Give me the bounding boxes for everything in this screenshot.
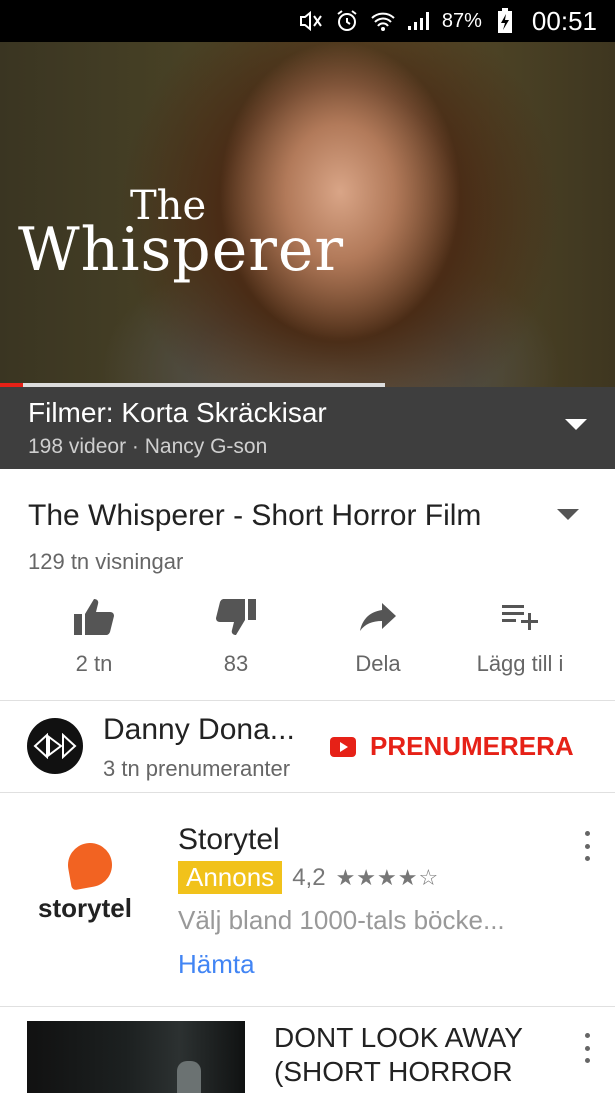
video-title-overlay: The Whisperer bbox=[18, 183, 345, 285]
signal-icon bbox=[406, 8, 432, 34]
up-next-item[interactable]: DONT LOOK AWAY (SHORT HORROR FI... bbox=[0, 1007, 615, 1093]
clock: 00:51 bbox=[531, 5, 597, 36]
alarm-icon bbox=[334, 8, 360, 34]
share-label: Dela bbox=[355, 651, 401, 676]
channel-logo-icon bbox=[33, 733, 77, 759]
ad-meta: Annons 4,2 ★★★★☆ bbox=[178, 861, 439, 894]
storytel-logo: storytel bbox=[38, 839, 148, 933]
action-bar: 2 tn 83 Dela Lägg till i bbox=[0, 597, 615, 677]
thumbs-down-icon bbox=[216, 599, 256, 635]
storytel-wordmark: storytel bbox=[38, 893, 132, 923]
battery-charging-icon bbox=[492, 8, 518, 34]
next-video-title: DONT LOOK AWAY (SHORT HORROR FI... bbox=[274, 1022, 523, 1093]
subscribe-button[interactable]: PRENUMERERA bbox=[330, 731, 574, 762]
share-button[interactable]: Dela bbox=[308, 597, 448, 677]
ad-card[interactable]: storytel Storytel Annons 4,2 ★★★★☆ Välj … bbox=[0, 793, 615, 1007]
ad-description: Välj bland 1000-tals böcke... bbox=[178, 905, 505, 935]
ad-get-link[interactable]: Hämta bbox=[178, 949, 255, 980]
ad-more-icon[interactable] bbox=[583, 831, 591, 861]
video-thumbnail[interactable] bbox=[27, 1021, 245, 1093]
mute-icon bbox=[298, 8, 324, 34]
video-player[interactable]: The Whisperer bbox=[0, 42, 615, 387]
add-to-label: Lägg till i bbox=[476, 651, 564, 676]
ad-badge: Annons bbox=[178, 861, 283, 894]
playlist-title: Filmer: Korta Skräckisar bbox=[28, 397, 327, 428]
playlist-bar[interactable]: Filmer: Korta Skräckisar 198 videor · Na… bbox=[0, 387, 615, 469]
channel-row: Danny Dona... 3 tn prenumeranter PRENUME… bbox=[0, 701, 615, 793]
wifi-icon bbox=[370, 8, 396, 34]
rating-stars-icon: ★★★★☆ bbox=[335, 864, 440, 890]
status-bar: 87% 00:51 bbox=[0, 0, 615, 42]
subscribe-label: PRENUMERERA bbox=[370, 731, 574, 761]
share-icon bbox=[360, 603, 396, 631]
ad-rating: 4,2 bbox=[292, 863, 326, 891]
speech-bubble-icon bbox=[64, 839, 116, 891]
channel-avatar[interactable] bbox=[27, 718, 83, 774]
next-video-more-icon[interactable] bbox=[583, 1033, 591, 1063]
channel-subscriber-count: 3 tn prenumeranter bbox=[103, 756, 291, 781]
video-info: The Whisperer - Short Horror Film 129 tn… bbox=[0, 469, 615, 701]
like-button[interactable]: 2 tn bbox=[24, 597, 164, 677]
video-title: The Whisperer - Short Horror Film bbox=[28, 499, 482, 532]
dislike-button[interactable]: 83 bbox=[166, 597, 306, 677]
expand-description-icon[interactable] bbox=[557, 509, 579, 520]
playlist-expand-icon[interactable] bbox=[565, 419, 587, 430]
like-count: 2 tn bbox=[75, 651, 113, 676]
dislike-count: 83 bbox=[223, 651, 249, 676]
youtube-play-icon bbox=[330, 736, 356, 757]
playlist-subtitle: 198 videor · Nancy G-son bbox=[28, 435, 268, 458]
battery-percent: 87% bbox=[441, 9, 482, 32]
view-count: 129 tn visningar bbox=[28, 549, 184, 574]
playlist-add-icon bbox=[502, 605, 538, 630]
channel-name[interactable]: Danny Dona... bbox=[103, 713, 295, 747]
thumbs-up-icon bbox=[74, 599, 114, 635]
ad-title: Storytel bbox=[178, 823, 280, 856]
add-to-button[interactable]: Lägg till i bbox=[450, 597, 590, 677]
